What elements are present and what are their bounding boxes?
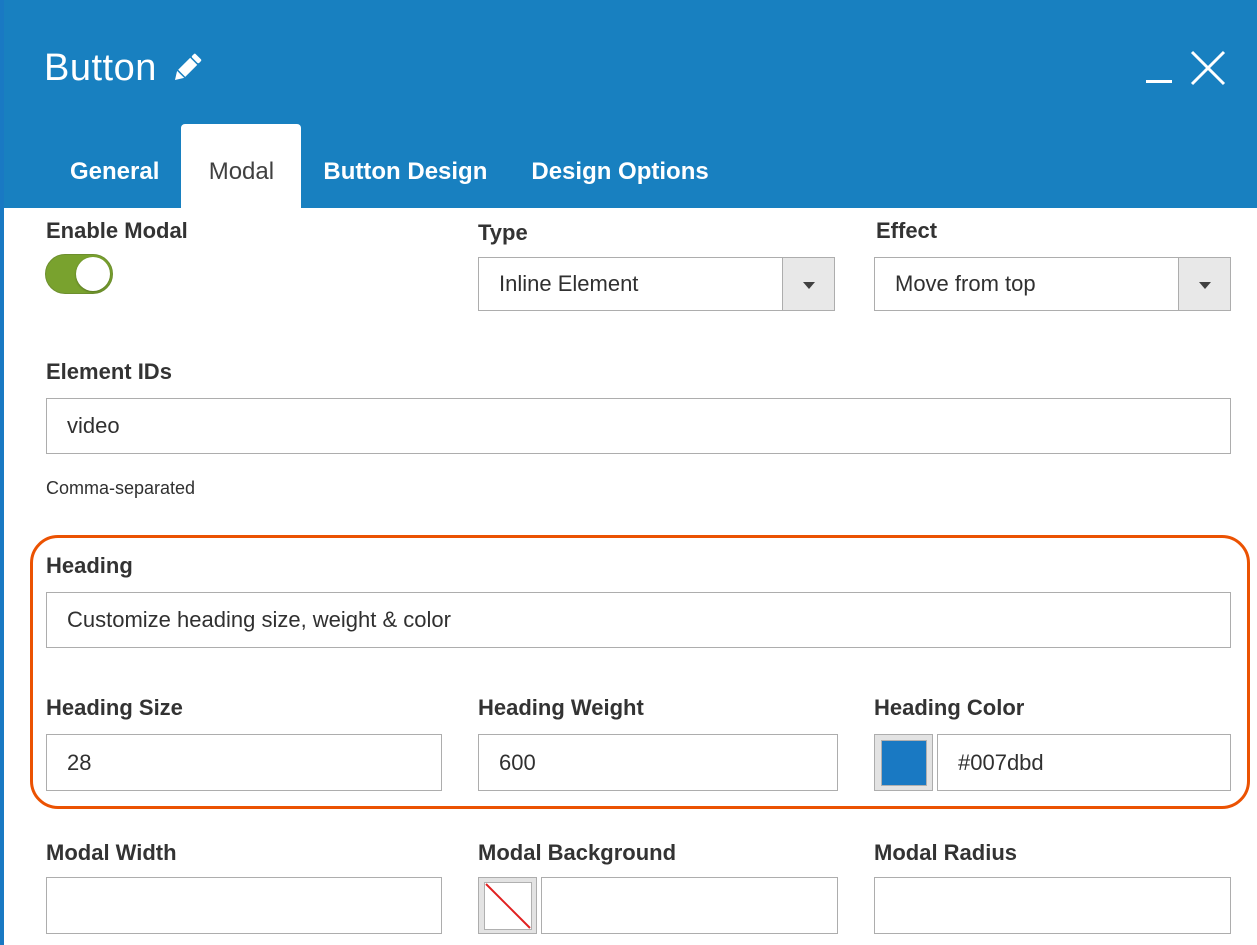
modal-width-label: Modal Width — [46, 840, 177, 865]
modal-background-input[interactable] — [541, 877, 838, 934]
heading-weight-label: Heading Weight — [478, 695, 644, 720]
effect-label: Effect — [876, 218, 938, 243]
modal-radius-label: Modal Radius — [874, 840, 1018, 865]
settings-modal: Button General Modal Button Design Desig… — [0, 0, 1257, 945]
tab-button-design[interactable]: Button Design — [301, 124, 509, 208]
heading-color-label: Heading Color — [874, 695, 1025, 720]
modal-width-input[interactable] — [46, 877, 442, 934]
tab-general[interactable]: General — [48, 124, 181, 208]
heading-color-swatch[interactable] — [874, 734, 933, 791]
modal-title: Button — [44, 46, 157, 89]
chevron-down-icon[interactable] — [782, 258, 834, 310]
heading-input[interactable]: Customize heading size, weight & color — [46, 592, 1231, 648]
pencil-icon[interactable] — [169, 50, 205, 86]
element-ids-label: Element IDs — [46, 359, 172, 384]
modal-background-swatch[interactable] — [478, 877, 537, 934]
element-ids-note: Comma-separated — [46, 478, 196, 498]
heading-weight-input[interactable]: 600 — [478, 734, 838, 791]
modal-background-label: Modal Background — [478, 840, 677, 865]
heading-size-value: 28 — [67, 749, 92, 775]
title-group: Button — [44, 40, 205, 96]
element-ids-input[interactable]: video — [46, 398, 1231, 454]
tab-modal[interactable]: Modal — [181, 124, 302, 208]
type-select-value: Inline Element — [499, 271, 639, 296]
heading-color-value: #007dbd — [958, 749, 1044, 775]
minimize-icon[interactable] — [1140, 34, 1188, 94]
tab-design-options[interactable]: Design Options — [509, 124, 730, 208]
heading-color-input[interactable]: #007dbd — [937, 734, 1231, 791]
close-icon[interactable] — [1184, 34, 1232, 94]
tab-bar: General Modal Button Design Design Optio… — [48, 124, 731, 208]
effect-select-value: Move from top — [895, 271, 1036, 296]
modal-header: Button General Modal Button Design Desig… — [4, 0, 1257, 208]
enable-modal-label: Enable Modal — [46, 218, 188, 243]
no-color-icon — [483, 881, 532, 930]
modal-radius-input[interactable] — [874, 877, 1231, 934]
enable-modal-toggle[interactable] — [45, 254, 113, 294]
heading-weight-value: 600 — [499, 749, 536, 775]
toggle-knob — [76, 257, 110, 291]
type-label: Type — [478, 220, 528, 245]
heading-size-label: Heading Size — [46, 695, 183, 720]
color-swatch-fill — [880, 739, 927, 786]
element-ids-value: video — [67, 413, 120, 438]
chevron-down-icon[interactable] — [1178, 258, 1230, 310]
effect-select[interactable]: Move from top — [874, 257, 1231, 311]
heading-label: Heading — [46, 553, 133, 578]
type-select[interactable]: Inline Element — [478, 257, 835, 311]
heading-size-input[interactable]: 28 — [46, 734, 442, 791]
heading-value: Customize heading size, weight & color — [67, 607, 451, 632]
